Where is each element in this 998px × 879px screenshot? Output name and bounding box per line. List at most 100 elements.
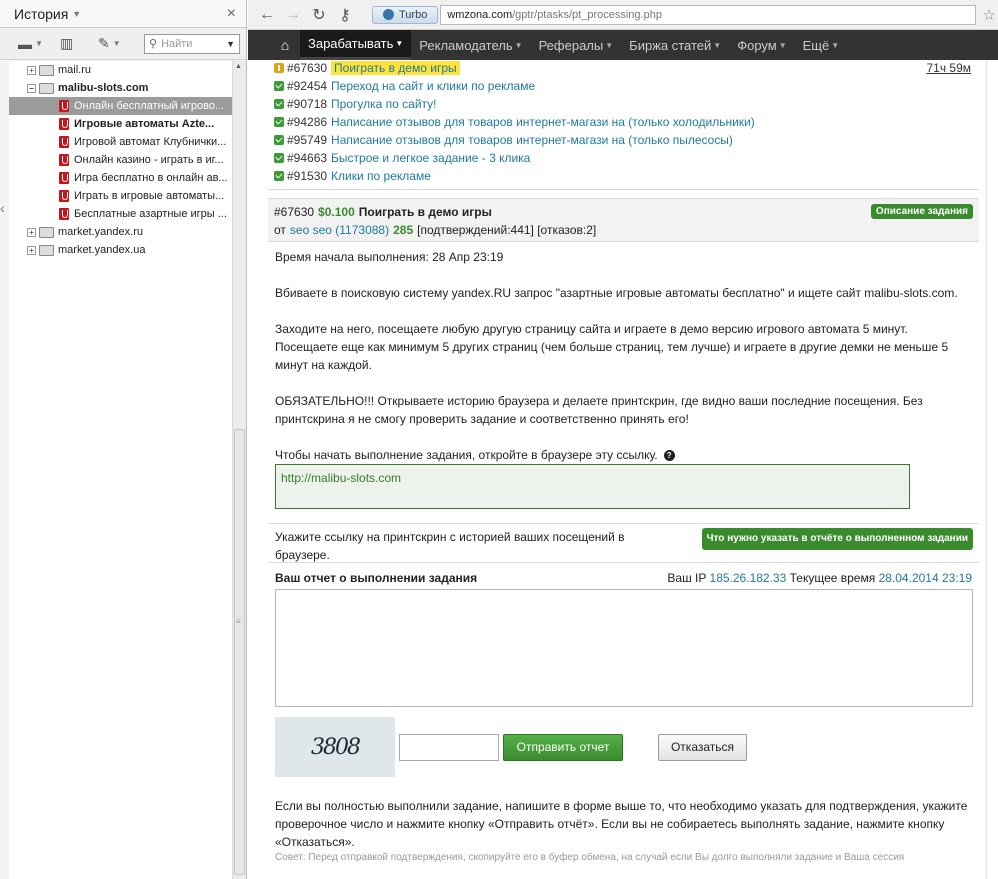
ip-label: Ваш IP — [667, 571, 707, 585]
history-page-item[interactable]: Бесплатные азартные игры ... — [9, 205, 232, 223]
task-row: #95749 Написание отзывов для товаров инте… — [268, 131, 979, 149]
tree-item-label: market.yandex.ua — [58, 244, 146, 256]
browser-toolbar: ← → ↻ ⚷ Turbo wmzona.com /gptr/ptasks/pt… — [248, 0, 998, 30]
task-row: #91530 Клики по рекламе — [268, 167, 979, 185]
history-sidebar: История ▼ × ▬ ▼ ▥ ✎ ▼ ⚲ Найти ▼ + mail.ru − m… — [0, 0, 247, 879]
site-favicon-icon — [59, 172, 69, 184]
current-time: 28.04.2014 23:19 — [878, 571, 972, 585]
history-site-item[interactable]: + market.yandex.ru — [9, 223, 232, 241]
nav-items: Зарабатывать ▼ Рекламодатель ▼ Рефералы ▼ Бирж… — [300, 30, 847, 60]
sidebar-title[interactable]: История — [14, 6, 68, 22]
captcha-input[interactable] — [399, 733, 499, 761]
nav-item[interactable]: Рефералы ▼ — [531, 30, 622, 60]
expand-icon[interactable]: + — [27, 245, 36, 255]
nav-item[interactable]: Зарабатывать ▼ — [300, 30, 412, 60]
start-time: Время начала выполнения: 28 Апр 23:19 — [275, 250, 504, 264]
page-content: #67630 Поиграть в демо игры 71ч 59м #92454 П… — [268, 60, 979, 879]
task-row: #90718 Прогулка по сайту! — [268, 95, 979, 113]
history-page-item[interactable]: Онлайн бесплатный игрово... — [9, 97, 232, 115]
task-row-link[interactable]: Переход на сайт и клики по рекламе — [331, 79, 535, 93]
scrollbar-thumb[interactable] — [234, 429, 245, 875]
nav-item[interactable]: Биржа статей ▼ — [621, 30, 729, 60]
task-row-id: #95749 — [287, 133, 328, 147]
send-report-button[interactable]: Отправить отчет — [503, 733, 623, 761]
tree-item-label: Играть в игровые автоматы... — [74, 190, 225, 202]
task-row: #94286 Написание отзывов для товаров инте… — [268, 113, 979, 131]
help-icon[interactable]: ? — [663, 450, 675, 462]
nav-item[interactable]: Рекламодатель ▼ — [411, 30, 530, 60]
report-textarea[interactable] — [275, 589, 973, 707]
task-row-link[interactable]: Написание отзывов для товаров интернет-м… — [331, 115, 755, 129]
task-row-link[interactable]: Написание отзывов для товаров интернет-м… — [331, 133, 733, 147]
key-icon[interactable]: ⚷ — [332, 5, 358, 25]
turbo-button[interactable]: Turbo — [372, 5, 439, 24]
history-page-item[interactable]: Игра бесплатно в онлайн ав... — [9, 169, 232, 187]
instruction-2: Заходите на него, посещаете любую другую… — [275, 322, 949, 372]
address-bar[interactable]: wmzona.com /gptr/ptasks/pt_processing.ph… — [440, 4, 977, 25]
author-link[interactable]: seo seo (1173088) — [290, 223, 389, 237]
folder-icon[interactable]: ▬ ▼ — [18, 36, 48, 52]
nav-item[interactable]: Ещё ▼ — [795, 30, 848, 60]
trash-icon[interactable]: ▥ — [60, 35, 90, 52]
chevron-down-icon: ▼ — [514, 40, 523, 50]
task-row-link[interactable]: Клики по рекламе — [331, 169, 431, 183]
task-row-id: #91530 — [287, 169, 328, 183]
turbo-icon — [383, 9, 394, 20]
chevron-down-icon[interactable]: ▼ — [72, 9, 81, 19]
close-icon[interactable]: × — [227, 5, 236, 23]
site-navbar: ⌂ Зарабатывать ▼ Рекламодатель ▼ Рефералы ▼ Би… — [248, 30, 998, 60]
nav-item-label: Форум — [737, 37, 777, 53]
task-link-box[interactable]: http://malibu-slots.com — [275, 464, 910, 509]
captcha-image: 3808 — [275, 717, 395, 777]
expand-icon[interactable]: + — [27, 65, 36, 75]
history-page-item[interactable]: Онлайн казино - играть в иг... — [9, 151, 232, 169]
chevron-down-icon: ▼ — [831, 40, 840, 50]
tree-item-label: mail.ru — [58, 64, 92, 76]
nav-item-label: Рекламодатель — [419, 37, 513, 53]
tree-item-label: market.yandex.ru — [58, 226, 143, 238]
forward-icon[interactable]: → — [280, 6, 306, 24]
bookmark-star-icon[interactable]: ☆ — [982, 6, 995, 24]
task-row: #92454 Переход на сайт и клики по рекламе — [268, 77, 979, 95]
history-site-item[interactable]: + market.yandex.ua — [9, 241, 232, 259]
collapse-arrow-icon[interactable]: ‹ — [0, 200, 8, 230]
task-row: #67630 Поиграть в демо игры 71ч 59м — [268, 60, 979, 77]
nav-item-label: Биржа статей — [629, 37, 712, 53]
task-row-link[interactable]: Поиграть в демо игры — [331, 61, 460, 75]
tree-item-label: malibu-slots.com — [58, 82, 149, 94]
nav-item[interactable]: Форум ▼ — [729, 30, 794, 60]
history-page-item[interactable]: Игровой автомат Клубнички... — [9, 133, 232, 151]
history-search-input[interactable]: ⚲ Найти ▼ — [144, 33, 240, 54]
task-row-link[interactable]: Прогулка по сайту! — [331, 97, 436, 111]
task-row-id: #67630 — [287, 61, 328, 75]
history-site-item[interactable]: − malibu-slots.com — [9, 79, 232, 97]
task-link[interactable]: http://malibu-slots.com — [281, 471, 401, 485]
ip-info: Ваш IP 185.26.182.33 Текущее время 28.04… — [667, 571, 972, 585]
scroll-up-icon[interactable]: ▲ — [235, 63, 242, 70]
back-icon[interactable]: ← — [254, 6, 280, 24]
task-row: #94663 Быстрое и легкое задание - 3 клика — [268, 149, 979, 167]
turbo-label: Turbo — [399, 8, 428, 21]
nav-item-label: Зарабатывать — [308, 36, 394, 51]
refuse-button[interactable]: Отказаться — [658, 733, 747, 761]
nav-item-label: Ещё — [802, 37, 830, 53]
collapse-icon[interactable]: − — [27, 83, 36, 93]
submit-row: 3808 Отправить отчет Отказаться — [268, 717, 979, 777]
task-row-link[interactable]: Быстрое и легкое задание - 3 клика — [331, 151, 530, 165]
wrench-icon[interactable]: ✎ ▼ — [98, 35, 128, 52]
chevron-down-icon[interactable]: ▼ — [226, 39, 235, 49]
history-site-item[interactable]: + mail.ru — [9, 61, 232, 79]
sidebar-scrollbar[interactable]: ▲ ≡ — [232, 61, 246, 879]
folder-icon — [39, 82, 54, 94]
reload-icon[interactable]: ↻ — [306, 5, 332, 25]
home-icon[interactable]: ⌂ — [270, 30, 300, 60]
folder-icon — [39, 244, 54, 256]
report-header: Ваш отчет о выполнении задания Ваш IP 18… — [268, 569, 979, 587]
history-page-item[interactable]: Играть в игровые автоматы... — [9, 187, 232, 205]
tree-item-label: Онлайн казино - играть в иг... — [74, 154, 224, 166]
task-time-left: 71ч 59м — [926, 61, 971, 75]
expand-icon[interactable]: + — [27, 227, 36, 237]
description-badge: Описание задания — [870, 204, 973, 219]
history-page-item[interactable]: Игровые автоматы Azte... — [9, 115, 232, 133]
captcha-text: 3808 — [311, 734, 361, 760]
